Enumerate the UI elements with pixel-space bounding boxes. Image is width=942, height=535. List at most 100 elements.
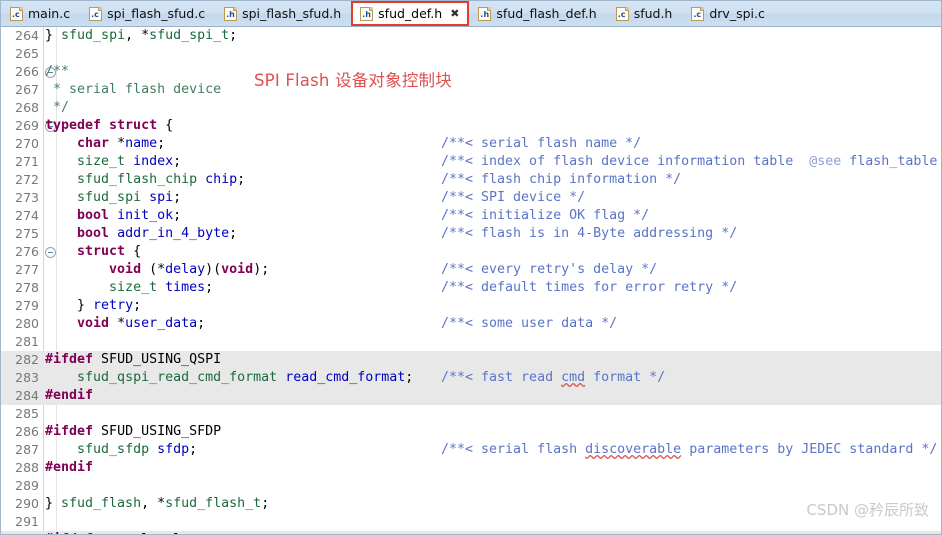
code-line[interactable]: 276 struct { [1, 243, 941, 261]
c-file-icon: .c [89, 6, 103, 21]
code-text: #ifdef SFUD_USING_QSPI [45, 352, 222, 367]
code-text: #ifdef SFUD_USING_SFDP [45, 424, 222, 439]
line-number: 268 [15, 100, 39, 115]
code-text: sfud_spi spi; [77, 190, 182, 205]
line-number: 272 [15, 172, 39, 187]
c-file-icon: .c [691, 6, 705, 21]
line-number: 284 [15, 388, 39, 403]
code-line[interactable]: 278 size_t times; /**< default times for … [1, 279, 941, 297]
line-number: 286 [15, 424, 39, 439]
doc-comment: /**< some user data */ [441, 316, 618, 331]
code-line[interactable]: 286 #ifdef SFUD_USING_SFDP [1, 423, 941, 441]
line-number: 271 [15, 154, 39, 169]
code-line[interactable]: 266 /** [1, 63, 941, 81]
code-line[interactable]: 283 sfud_qspi_read_cmd_format read_cmd_f… [1, 369, 941, 387]
code-line[interactable]: 264 } sfud_spi, *sfud_spi_t; [1, 27, 941, 45]
line-number: 292 [1, 531, 39, 534]
line-number: 282 [15, 352, 39, 367]
code-text: /** [45, 64, 70, 79]
line-number: 274 [15, 208, 39, 223]
h-file-icon: .h [224, 6, 238, 21]
code-lines: 264 } sfud_spi, *sfud_spi_t; 265 266 /** 267 … [1, 27, 941, 534]
code-line[interactable]: 273 sfud_spi spi; /**< SPI device */ [1, 189, 941, 207]
code-line[interactable]: 285 [1, 405, 941, 423]
code-editor[interactable]: 264 } sfud_spi, *sfud_spi_t; 265 266 /** 267 … [1, 27, 941, 534]
tab-main-c[interactable]: .c main.c [1, 1, 80, 26]
line-number: 285 [15, 406, 39, 421]
code-line[interactable]: 275 bool addr_in_4_byte; /**< flash is in… [1, 225, 941, 243]
doc-comment: /**< every retry's delay */ [441, 262, 658, 277]
code-line[interactable]: 279 } retry; [1, 297, 941, 315]
code-line[interactable]: 280 void *user_data; /**< some user data … [1, 315, 941, 333]
tab-label: main.c [28, 6, 71, 21]
code-text: size_t index; [77, 154, 182, 169]
editor-tab-bar: .c main.c .c spi_flash_sfud.c .h spi_flash_sf… [1, 1, 941, 27]
line-number: 287 [15, 442, 39, 457]
doc-comment: /**< SPI device */ [441, 190, 586, 205]
code-text: bool init_ok; [77, 208, 182, 223]
line-number: 265 [15, 46, 39, 61]
code-text: #ifdef __cplusplus [45, 531, 197, 534]
code-line[interactable]: 267 * serial flash device [1, 81, 941, 99]
code-text: #endif [45, 388, 94, 403]
code-line[interactable]: 272 sfud_flash_chip chip; /**< flash chip… [1, 171, 941, 189]
code-line[interactable]: 289 [1, 477, 941, 495]
code-text: struct { [77, 244, 142, 259]
tab-label: sfud.h [633, 6, 673, 21]
code-text: sfud_qspi_read_cmd_format read_cmd_forma… [77, 370, 414, 385]
code-text: } retry; [45, 298, 142, 313]
code-line[interactable]: 269 typedef struct { [1, 117, 941, 135]
code-line[interactable]: 270 char *name; /**< serial flash name */ [1, 135, 941, 153]
doc-comment: /**< index of flash device information t… [441, 154, 938, 169]
tab-spi-flash-sfud-h[interactable]: .h spi_flash_sfud.h [215, 1, 351, 26]
code-line[interactable]: 268 */ [1, 99, 941, 117]
line-number: 278 [15, 280, 39, 295]
line-number: 289 [15, 478, 39, 493]
line-number: 290 [15, 496, 39, 511]
code-text: } sfud_spi, *sfud_spi_t; [45, 28, 238, 43]
line-number: 273 [15, 190, 39, 205]
doc-comment: /**< flash is in 4-Byte addressing */ [441, 226, 738, 241]
code-line[interactable]: 292 #ifdef __cplusplus [1, 531, 941, 534]
code-line[interactable]: 271 size_t index; /**< index of flash dev… [1, 153, 941, 171]
code-line[interactable]: 291 [1, 513, 941, 531]
tab-sfud-def-h[interactable]: .h sfud_def.h ✖ [351, 1, 470, 26]
h-file-icon: .h [478, 6, 492, 21]
line-number: 275 [15, 226, 39, 241]
tab-label: spi_flash_sfud.c [107, 6, 206, 21]
c-file-icon: .c [615, 6, 629, 21]
code-text: #endif [45, 460, 94, 475]
tab-label: drv_spi.c [709, 6, 765, 21]
code-line[interactable]: 284 #endif [1, 387, 941, 405]
line-number: 264 [15, 28, 39, 43]
code-text: sfud_flash_chip chip; [77, 172, 246, 187]
code-line[interactable]: 282 #ifdef SFUD_USING_QSPI [1, 351, 941, 369]
code-line[interactable]: 277 void (*delay)(void); /**< every retry… [1, 261, 941, 279]
tab-drv-spi-c[interactable]: .c drv_spi.c [682, 1, 775, 26]
code-line[interactable]: 274 bool init_ok; /**< initialize OK flag… [1, 207, 941, 225]
line-number: 281 [15, 334, 39, 349]
line-number: 267 [15, 82, 39, 97]
tab-sfud-h[interactable]: .c sfud.h [607, 1, 683, 26]
close-icon[interactable]: ✖ [450, 7, 459, 20]
code-line[interactable]: 281 [1, 333, 941, 351]
tab-spi-flash-sfud-c[interactable]: .c spi_flash_sfud.c [80, 1, 215, 26]
c-file-icon: .c [10, 6, 23, 21]
code-line[interactable]: 287 sfud_sfdp sfdp; /**< serial flash dis… [1, 441, 941, 459]
tab-sfud-flash-def-h[interactable]: .h sfud_flash_def.h [469, 1, 606, 26]
code-text: void (*delay)(void); [109, 262, 270, 277]
code-line[interactable]: 288 #endif [1, 459, 941, 477]
editor-window: .c main.c .c spi_flash_sfud.c .h spi_flash_sf… [0, 0, 942, 535]
line-number: 269 [15, 118, 39, 133]
code-line[interactable]: 290} sfud_flash, *sfud_flash_t; [1, 495, 941, 513]
doc-comment: /**< serial flash discoverable parameter… [441, 442, 938, 457]
tab-label: sfud_def.h [378, 6, 443, 21]
code-line[interactable]: 265 [1, 45, 941, 63]
code-text: size_t times; [109, 280, 214, 295]
h-file-icon: .h [360, 6, 374, 21]
doc-comment: /**< default times for error retry */ [441, 280, 738, 295]
code-text: * serial flash device [45, 82, 222, 97]
doc-comment: /**< fast read cmd format */ [441, 370, 666, 385]
line-number: 276 [15, 244, 39, 259]
line-number: 270 [15, 136, 39, 151]
